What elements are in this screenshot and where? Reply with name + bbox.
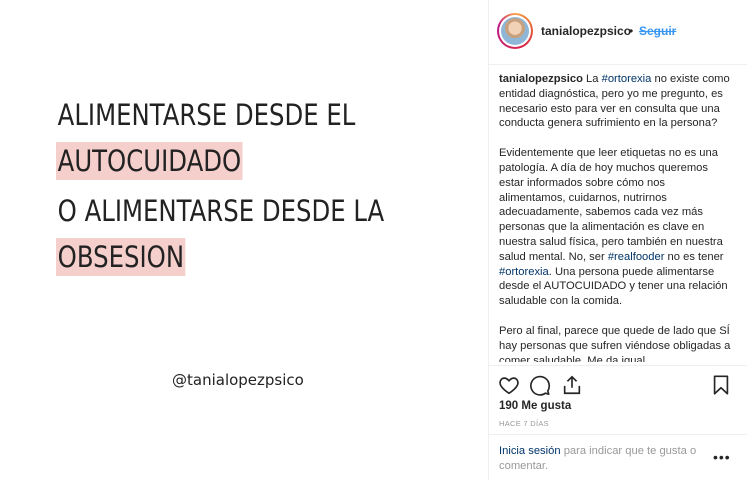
avatar-photo [501, 17, 529, 45]
comment-icon[interactable] [529, 374, 551, 396]
caption-text: no es tener [667, 250, 724, 263]
header-separator: • [629, 24, 634, 38]
more-options-icon[interactable]: ••• [713, 450, 731, 464]
caption-paragraph-3: Pero al final, parece que quede de lado … [499, 324, 731, 362]
caption-area[interactable]: tanialopezpsico La #ortorexia no existe … [499, 72, 733, 362]
share-icon[interactable] [561, 374, 583, 396]
login-prompt: Inicia sesión para indicar que te gusta … [489, 434, 747, 480]
caption-text: La [586, 73, 599, 85]
post-header: tanialopezpsico • Seguir [489, 0, 747, 65]
hashtag-link[interactable]: #ortorexia [499, 266, 549, 278]
caption-paragraph-1: tanialopezpsico La #ortorexia no existe … [499, 72, 733, 131]
image-text-line-4-highlighted: OBSESION [56, 238, 186, 276]
heart-icon[interactable] [498, 374, 520, 396]
image-text-line-2-highlighted: AUTOCUIDADO [56, 142, 243, 180]
login-link[interactable]: Inicia sesión [499, 445, 561, 457]
hashtag-link[interactable]: #realfooder [608, 251, 665, 263]
post-time: HACE 7 DÍAS [499, 419, 549, 428]
hashtag-link[interactable]: #ortorexia [602, 73, 652, 85]
image-handle: @tanialopezpsico [172, 371, 304, 389]
bookmark-icon[interactable] [710, 374, 732, 396]
post-side-panel: tanialopezpsico • Seguir tanialopezpsico… [488, 0, 747, 480]
caption-paragraph-2: Evidentemente que leer etiquetas no es u… [499, 146, 733, 309]
likes-count[interactable]: 190 Me gusta [499, 400, 571, 412]
action-bar [489, 365, 747, 399]
header-username[interactable]: tanialopezpsico [541, 24, 631, 38]
post-image: ALIMENTARSE DESDE EL AUTOCUIDADO O ALIME… [0, 0, 488, 480]
follow-button[interactable]: Seguir [639, 24, 676, 38]
avatar[interactable] [497, 13, 533, 49]
caption-text: Evidentemente que leer etiquetas no es u… [499, 147, 723, 263]
caption-username[interactable]: tanialopezpsico [499, 73, 583, 85]
image-text-line-3: O ALIMENTARSE DESDE LA [57, 194, 385, 228]
image-text-line-1: ALIMENTARSE DESDE EL [57, 98, 356, 132]
